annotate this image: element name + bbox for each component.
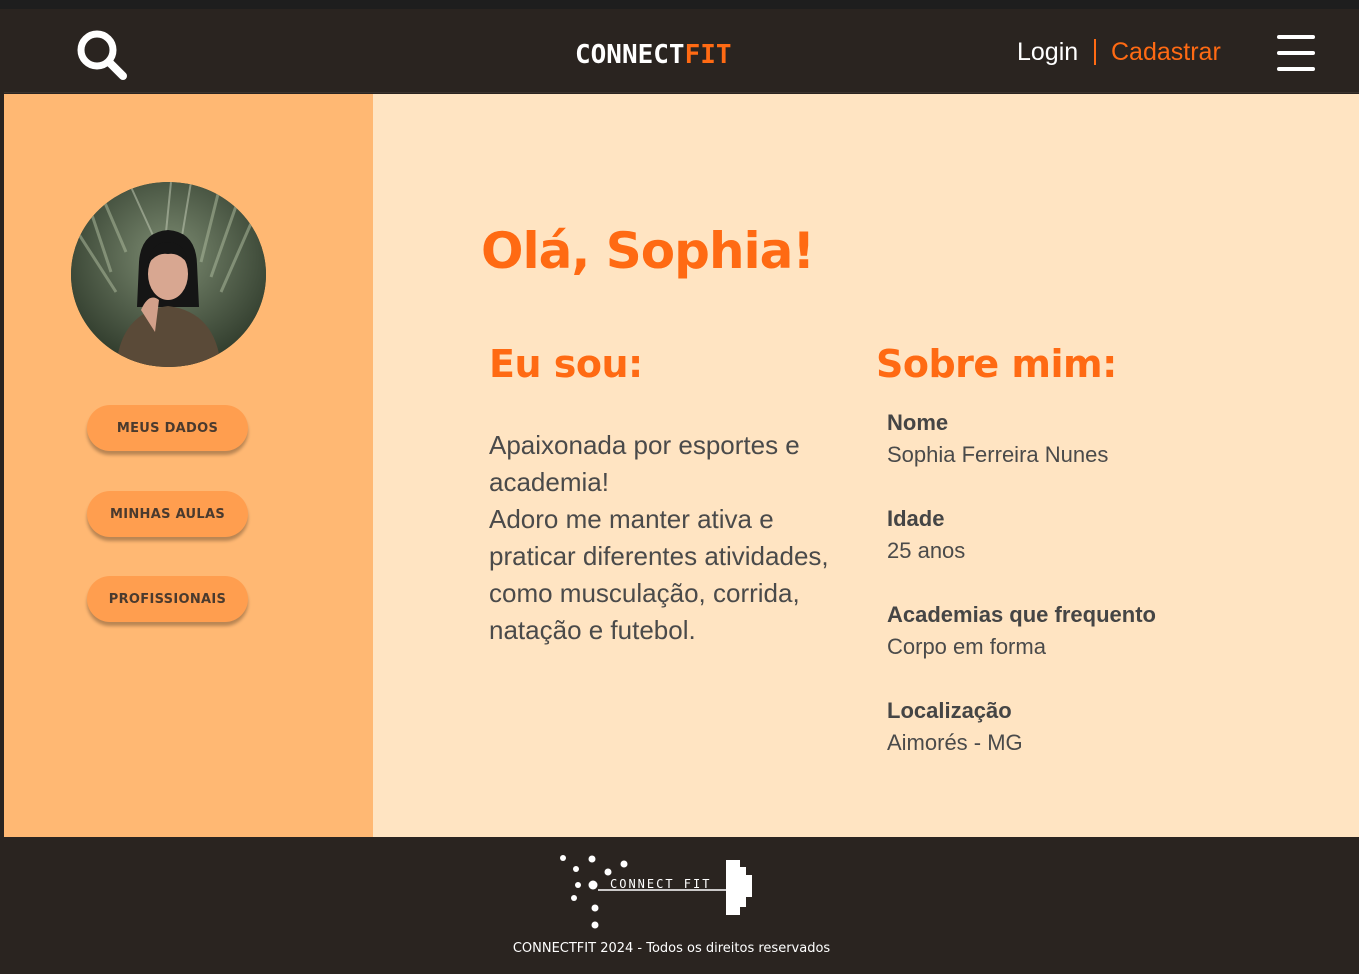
page-footer: CONNECT FIT CONNECTFIT 2024 - Todos os d…	[4, 837, 1359, 974]
info-heading: Sobre mim:	[876, 342, 1117, 386]
field-name-label: Nome	[887, 410, 949, 435]
field-gyms-label: Academias que frequento	[887, 602, 1156, 627]
brand-logo[interactable]: CONNECTFIT	[575, 40, 732, 70]
brand-logo-primary: CONNECT	[575, 40, 685, 70]
login-link[interactable]: Login	[1017, 38, 1078, 67]
field-age-value: 25 anos	[887, 538, 966, 563]
search-icon	[77, 30, 127, 80]
top-navbar: CONNECTFIT Login Cadastrar	[4, 9, 1359, 93]
my-classes-button[interactable]: MINHAS AULAS	[87, 491, 248, 537]
nav-divider	[1094, 39, 1096, 65]
field-name-value: Sophia Ferreira Nunes	[887, 442, 1109, 467]
avatar-photo	[71, 182, 266, 367]
connectfit-logo-icon: CONNECT FIT	[560, 855, 752, 929]
about-heading: Eu sou:	[489, 342, 643, 386]
professionals-button[interactable]: PROFISSIONAIS	[87, 576, 248, 622]
register-link[interactable]: Cadastrar	[1111, 38, 1221, 67]
profile-sidebar: MEUS DADOS MINHAS AULAS PROFISSIONAIS	[4, 94, 373, 837]
footer-logo-text: CONNECT FIT	[610, 877, 711, 891]
search-button[interactable]	[72, 27, 132, 87]
window-top-strip	[0, 0, 1359, 9]
copyright-text: CONNECTFIT 2024 - Todos os direitos rese…	[512, 941, 831, 956]
bio-text: Apaixonada por esportes e academia! Ador…	[489, 430, 829, 645]
menu-button[interactable]	[1275, 33, 1317, 73]
field-age-label: Idade	[887, 506, 945, 531]
field-location-label: Localização	[887, 698, 1012, 723]
field-gyms-value: Corpo em forma	[887, 634, 1046, 659]
greeting-title: Olá, Sophia!	[481, 222, 815, 280]
brand-logo-accent: FIT	[684, 40, 732, 70]
profile-main: Olá, Sophia! Eu sou: Apaixonada por espo…	[373, 94, 1359, 837]
my-data-button[interactable]: MEUS DADOS	[87, 405, 248, 451]
footer-logo: CONNECT FIT	[558, 855, 758, 935]
field-location-value: Aimorés - MG	[887, 730, 1023, 755]
avatar	[71, 182, 266, 367]
